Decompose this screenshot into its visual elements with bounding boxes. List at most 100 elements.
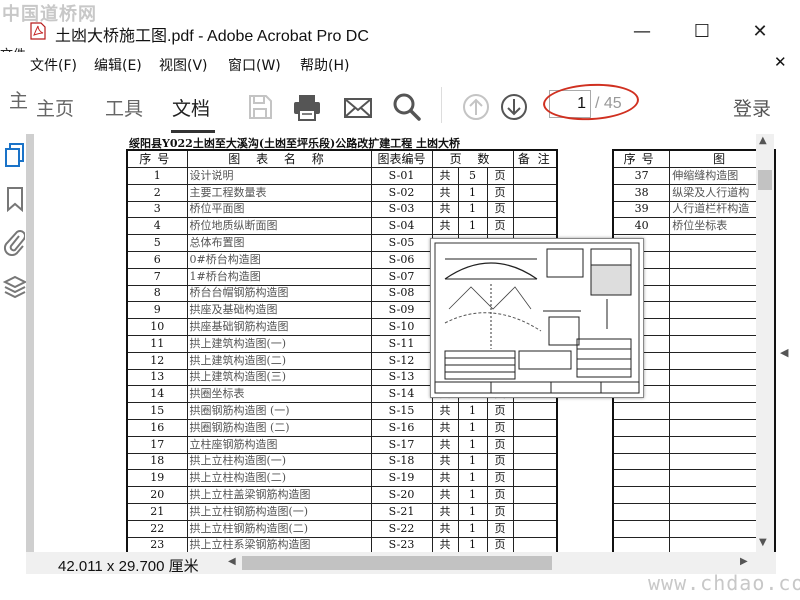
print-icon[interactable] bbox=[290, 90, 324, 124]
drawing-code: S-12 bbox=[370, 351, 433, 370]
attachment-icon[interactable] bbox=[3, 228, 26, 260]
row-number bbox=[612, 486, 671, 504]
tab-document[interactable]: 文档 bbox=[172, 94, 210, 121]
close-document-button[interactable]: ✕ bbox=[774, 53, 787, 71]
menu-file[interactable]: 文件(F) bbox=[30, 55, 77, 75]
vertical-scroll-thumb[interactable] bbox=[758, 170, 772, 190]
drawing-name: 拱圈坐标表 bbox=[186, 385, 372, 404]
notes-cell bbox=[512, 469, 558, 488]
row-number: 9 bbox=[126, 301, 188, 320]
menu-edit[interactable]: 编辑(E) bbox=[94, 55, 142, 75]
previous-page-icon[interactable] bbox=[459, 90, 493, 124]
row-number: 37 bbox=[612, 167, 671, 185]
row-number: 19 bbox=[126, 469, 188, 488]
page-count-prefix: 共 bbox=[431, 536, 459, 552]
page-count: 1 bbox=[457, 183, 488, 202]
drawing-code: S-22 bbox=[370, 519, 433, 538]
login-button[interactable]: 登录 bbox=[733, 94, 771, 121]
row-number bbox=[612, 435, 671, 454]
side-peek-text-2: 主 bbox=[9, 90, 29, 112]
table-row: 19 拱上立柱构造图(二) S-19 共 1 页 bbox=[126, 469, 558, 488]
drawing-name: 设计说明 bbox=[186, 167, 372, 185]
drawing-code: S-02 bbox=[370, 183, 433, 202]
scroll-left-icon[interactable]: ◀ bbox=[228, 556, 236, 567]
menu-window[interactable]: 窗口(W) bbox=[228, 55, 281, 75]
document-viewport[interactable]: 绥阳县Y022土凼至大溪沟(土凼至坪乐段)公路改扩建工程 土凼大桥 序号 图 表… bbox=[26, 134, 776, 552]
drawing-code: S-21 bbox=[370, 502, 433, 521]
table-row: 38 纵梁及人行道构 bbox=[612, 183, 776, 202]
page-count: 1 bbox=[457, 452, 488, 471]
col-header-name: 图 表 名 称 bbox=[186, 149, 372, 168]
drawing-name: 拱上建筑构造图(二) bbox=[186, 351, 372, 370]
row-number bbox=[612, 452, 671, 471]
row-number: 7 bbox=[126, 267, 188, 286]
row-number: 16 bbox=[126, 418, 188, 437]
drawing-name: 拱上立柱盖梁钢筋构造图 bbox=[186, 486, 372, 504]
maximize-button[interactable]: ☐ bbox=[682, 17, 722, 47]
page-count-suffix: 页 bbox=[486, 502, 514, 521]
minimize-button[interactable]: — bbox=[622, 17, 662, 47]
menu-view[interactable]: 视图(V) bbox=[159, 55, 208, 75]
col-header-code: 图表编号 bbox=[370, 149, 433, 168]
close-window-button[interactable]: ✕ bbox=[740, 17, 780, 47]
row-number: 5 bbox=[126, 234, 188, 252]
row-number: 22 bbox=[126, 519, 188, 538]
row-number bbox=[612, 519, 671, 538]
row-number bbox=[612, 502, 671, 521]
page-thumbnails-icon[interactable] bbox=[4, 142, 26, 172]
table-row: 1 设计说明 S-01 共 5 页 bbox=[126, 167, 558, 185]
drawing-code: S-18 bbox=[370, 452, 433, 471]
vertical-scrollbar[interactable] bbox=[756, 134, 774, 554]
scroll-down-icon[interactable]: ▼ bbox=[759, 537, 767, 548]
notes-cell bbox=[512, 502, 558, 521]
menu-help[interactable]: 帮助(H) bbox=[300, 55, 349, 75]
row-number: 23 bbox=[126, 536, 188, 552]
drawing-code: S-07 bbox=[370, 267, 433, 286]
page-count-prefix: 共 bbox=[431, 502, 459, 521]
table-row: 23 拱上立柱系梁钢筋构造图 S-23 共 1 页 bbox=[126, 536, 558, 552]
drawing-name: 拱圈钢筋构造图 (二) bbox=[186, 418, 372, 437]
drawing-code: S-06 bbox=[370, 250, 433, 269]
row-number: 20 bbox=[126, 486, 188, 504]
expand-right-panel-icon[interactable]: ◀ bbox=[780, 346, 788, 359]
table-row bbox=[612, 486, 776, 504]
scroll-right-icon[interactable]: ▶ bbox=[740, 556, 748, 567]
notes-cell bbox=[512, 217, 558, 236]
drawing-code: S-19 bbox=[370, 469, 433, 488]
page-count: 1 bbox=[457, 418, 488, 437]
page-count: 1 bbox=[457, 402, 488, 420]
table-row bbox=[612, 402, 776, 420]
layers-icon[interactable] bbox=[2, 274, 28, 306]
table-row: 40 桥位坐标表 bbox=[612, 217, 776, 236]
page-count-prefix: 共 bbox=[431, 435, 459, 454]
drawing-code: S-08 bbox=[370, 284, 433, 303]
notes-cell bbox=[512, 167, 558, 185]
tab-home[interactable]: 主页 bbox=[36, 94, 74, 121]
pdf-page: 绥阳县Y022土凼至大溪沟(土凼至坪乐段)公路改扩建工程 土凼大桥 序号 图 表… bbox=[34, 134, 776, 552]
page-count: 1 bbox=[457, 519, 488, 538]
table-row: 39 人行道栏杆构造 bbox=[612, 200, 776, 219]
horizontal-scroll-thumb[interactable] bbox=[242, 556, 552, 570]
row-number: 18 bbox=[126, 452, 188, 471]
mail-icon[interactable] bbox=[341, 90, 375, 124]
toolbar: 主 主页 工具 文档 bbox=[0, 78, 800, 134]
search-icon[interactable] bbox=[390, 90, 424, 124]
window-title: 土凼大桥施工图.pdf - Adobe Acrobat Pro DC bbox=[55, 28, 369, 45]
drawing-name: 0#桥台构造图 bbox=[186, 250, 372, 269]
menu-bar: 文件(F) 编辑(E) 视图(V) 窗口(W) 帮助(H) ✕ bbox=[0, 52, 800, 76]
table-row bbox=[612, 519, 776, 538]
bookmark-icon[interactable] bbox=[5, 186, 25, 216]
save-icon[interactable] bbox=[243, 90, 277, 124]
next-page-icon[interactable] bbox=[497, 90, 531, 124]
page-count: 5 bbox=[457, 167, 488, 185]
watermark-bottom: www.chdao.com bbox=[648, 571, 800, 595]
page-count-suffix: 页 bbox=[486, 435, 514, 454]
page-count: 1 bbox=[457, 200, 488, 219]
notes-cell bbox=[512, 536, 558, 552]
drawing-name: 拱上立柱构造图(一) bbox=[186, 452, 372, 471]
drawing-name: 拱上建筑构造图(一) bbox=[186, 334, 372, 353]
tab-tools[interactable]: 工具 bbox=[105, 94, 143, 121]
page-count-prefix: 共 bbox=[431, 469, 459, 488]
page-count-prefix: 共 bbox=[431, 200, 459, 219]
scroll-up-icon[interactable]: ▲ bbox=[759, 135, 767, 146]
